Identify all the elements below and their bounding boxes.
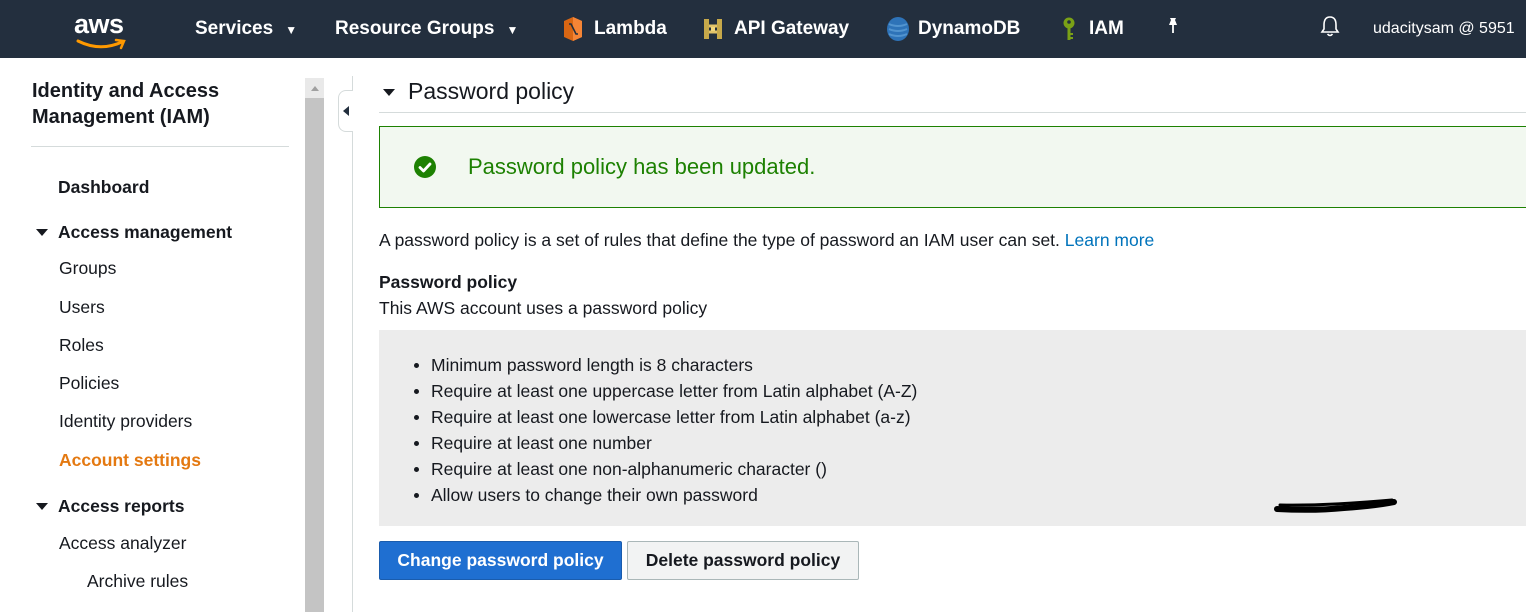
shortcut-iam-label: IAM <box>1089 18 1124 39</box>
shortcut-api-gateway[interactable]: API Gateway <box>702 0 849 58</box>
caret-down-icon <box>36 229 48 236</box>
sidebar-scrollbar[interactable] <box>305 78 324 612</box>
success-alert: Password policy has been updated. <box>379 126 1526 208</box>
section-title: Password policy <box>408 78 575 104</box>
services-label: Services <box>195 18 274 39</box>
aws-logo[interactable]: aws <box>74 9 130 50</box>
shortcut-dynamodb-label: DynamoDB <box>918 18 1021 39</box>
pin-button[interactable] <box>1164 0 1182 58</box>
resource-groups-menu[interactable]: Resource Groups ▼ <box>335 0 518 58</box>
sidebar-item-account-settings[interactable]: Account settings <box>59 450 201 471</box>
shortcut-lambda[interactable]: Lambda <box>562 0 667 58</box>
notifications-button[interactable] <box>1319 0 1341 58</box>
policy-rules-box: Minimum password length is 8 characters … <box>379 330 1526 526</box>
learn-more-link[interactable]: Learn more <box>1065 230 1155 250</box>
caret-down-icon <box>36 503 48 510</box>
shortcut-dynamodb[interactable]: DynamoDB <box>886 0 1020 58</box>
list-item: Require at least one non-alphanumeric ch… <box>411 456 917 482</box>
sidebar-border <box>352 76 353 612</box>
list-item: Require at least one number <box>411 430 917 456</box>
iam-icon <box>1061 16 1077 42</box>
aws-logo-text: aws <box>74 9 124 39</box>
scroll-up-button[interactable] <box>305 78 324 98</box>
collapse-sidebar-button[interactable] <box>338 90 353 132</box>
section-divider <box>379 112 1526 113</box>
description-text: A password policy is a set of rules that… <box>379 230 1060 250</box>
sidebar-title: Identity and Access Management (IAM) <box>32 80 220 128</box>
dynamodb-icon <box>886 16 910 42</box>
sidebar-item-policies[interactable]: Policies <box>59 373 119 394</box>
aws-smile-icon <box>76 38 126 50</box>
alert-message: Password policy has been updated. <box>468 154 816 179</box>
policy-title: Password policy <box>379 272 518 292</box>
sidebar: Identity and Access Management (IAM) Das… <box>0 58 305 612</box>
sidebar-item-access-analyzer[interactable]: Access analyzer <box>59 533 186 554</box>
sidebar-item-identity-providers[interactable]: Identity providers <box>59 411 192 432</box>
services-menu[interactable]: Services ▼ <box>195 0 297 58</box>
top-navigation: aws Services ▼ Resource Groups ▼ Lambda <box>0 0 1526 58</box>
list-item: Minimum password length is 8 characters <box>411 352 917 378</box>
bell-icon <box>1319 15 1341 43</box>
caret-down-icon <box>383 89 395 96</box>
lambda-icon <box>562 16 584 42</box>
redaction-mark <box>1274 498 1397 513</box>
account-menu[interactable]: udacitysam @ 5951 <box>1373 0 1515 58</box>
account-label: udacitysam @ 5951 <box>1373 20 1515 37</box>
api-gateway-icon <box>702 17 724 41</box>
sidebar-divider <box>31 146 289 147</box>
arrow-up-icon <box>310 85 319 91</box>
policy-rules-list: Minimum password length is 8 characters … <box>411 352 917 508</box>
chevron-down-icon: ▼ <box>285 23 298 37</box>
sidebar-section-label: Access reports <box>58 496 185 516</box>
sidebar-item-roles[interactable]: Roles <box>59 335 104 356</box>
shortcut-api-gateway-label: API Gateway <box>734 18 850 39</box>
policy-description: A password policy is a set of rules that… <box>379 230 1154 251</box>
sidebar-section-access-reports[interactable]: Access reports <box>36 496 184 517</box>
change-password-policy-button[interactable]: Change password policy <box>379 541 622 580</box>
sidebar-item-users[interactable]: Users <box>59 297 105 318</box>
shortcut-iam[interactable]: IAM <box>1061 0 1124 58</box>
sidebar-item-dashboard[interactable]: Dashboard <box>58 177 149 198</box>
password-policy-section-header[interactable]: Password policy <box>383 78 574 105</box>
list-item: Require at least one lowercase letter fr… <box>411 404 917 430</box>
sidebar-section-access-management[interactable]: Access management <box>36 222 232 243</box>
chevron-down-icon: ▼ <box>506 23 519 37</box>
policy-subtitle: This AWS account uses a password policy <box>379 298 708 318</box>
shortcut-lambda-label: Lambda <box>594 18 667 39</box>
caret-left-icon <box>343 106 349 116</box>
sidebar-section-label: Access management <box>58 222 233 242</box>
list-item: Require at least one uppercase letter fr… <box>411 378 917 404</box>
sidebar-item-groups[interactable]: Groups <box>59 258 116 279</box>
pin-icon <box>1164 17 1182 41</box>
delete-password-policy-button[interactable]: Delete password policy <box>627 541 859 580</box>
check-circle-icon <box>414 156 436 183</box>
sidebar-item-archive-rules[interactable]: Archive rules <box>87 571 188 592</box>
list-item: Allow users to change their own password <box>411 482 917 508</box>
resource-groups-label: Resource Groups <box>335 18 495 39</box>
